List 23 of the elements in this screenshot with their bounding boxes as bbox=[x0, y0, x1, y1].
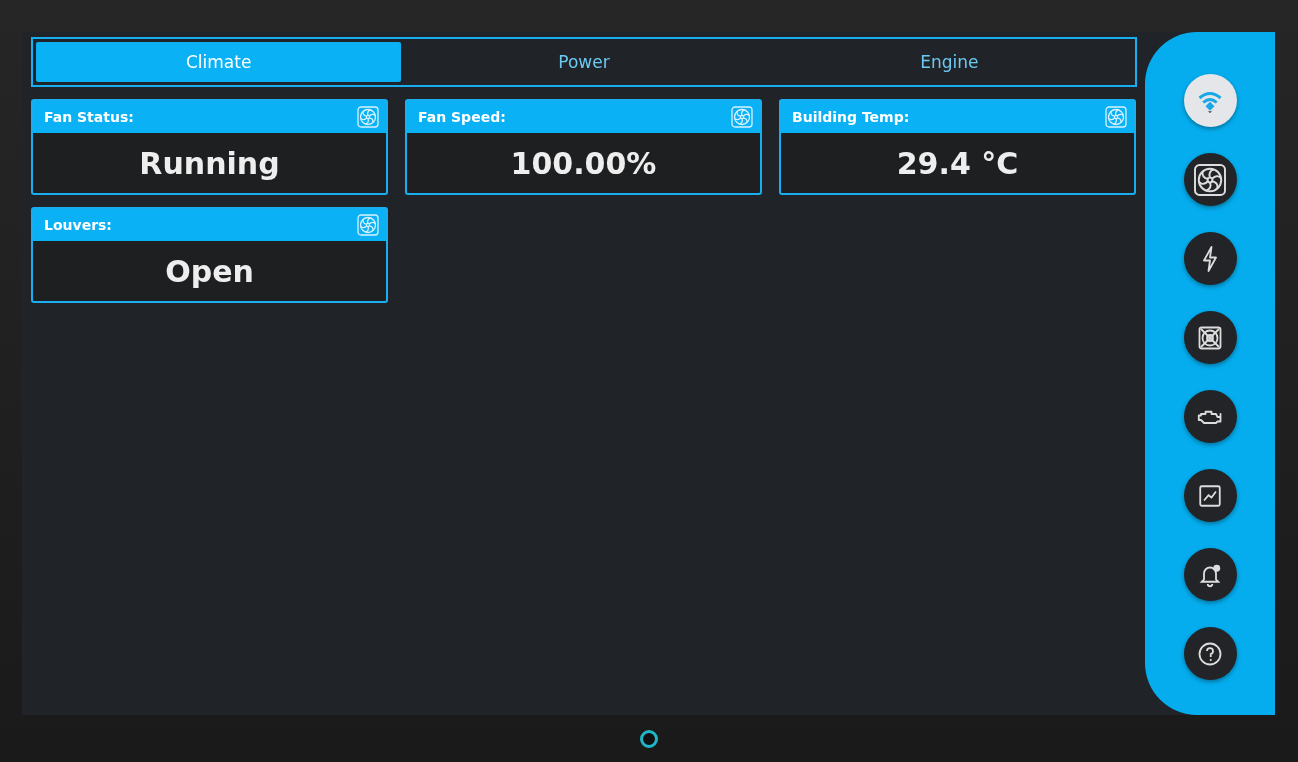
card-label: Fan Status: bbox=[44, 109, 134, 125]
fan-icon bbox=[730, 105, 754, 129]
home-button[interactable] bbox=[639, 729, 658, 748]
fan-icon bbox=[356, 105, 380, 129]
card-label: Fan Speed: bbox=[418, 109, 506, 125]
nav-button[interactable] bbox=[1183, 311, 1237, 364]
card-value: 100.00% bbox=[509, 144, 658, 183]
card-label: Louvers: bbox=[44, 217, 112, 233]
nav-button[interactable] bbox=[1183, 153, 1237, 206]
card-label: Building Temp: bbox=[792, 109, 910, 125]
tab[interactable]: Engine bbox=[766, 42, 1132, 82]
nav-button[interactable] bbox=[1183, 232, 1237, 285]
card-value: Open bbox=[164, 252, 255, 291]
nav-button[interactable] bbox=[1183, 390, 1237, 443]
card-value: Running bbox=[138, 144, 281, 183]
nav-button[interactable] bbox=[1183, 627, 1237, 680]
fan-icon bbox=[356, 213, 380, 237]
fan-icon bbox=[1104, 105, 1128, 129]
tab[interactable]: Power bbox=[401, 42, 767, 82]
nav-button[interactable] bbox=[1183, 469, 1237, 522]
card-value: 29.4 °C bbox=[895, 144, 1020, 183]
nav-button[interactable] bbox=[1183, 548, 1237, 601]
fan-icon bbox=[1192, 161, 1228, 198]
